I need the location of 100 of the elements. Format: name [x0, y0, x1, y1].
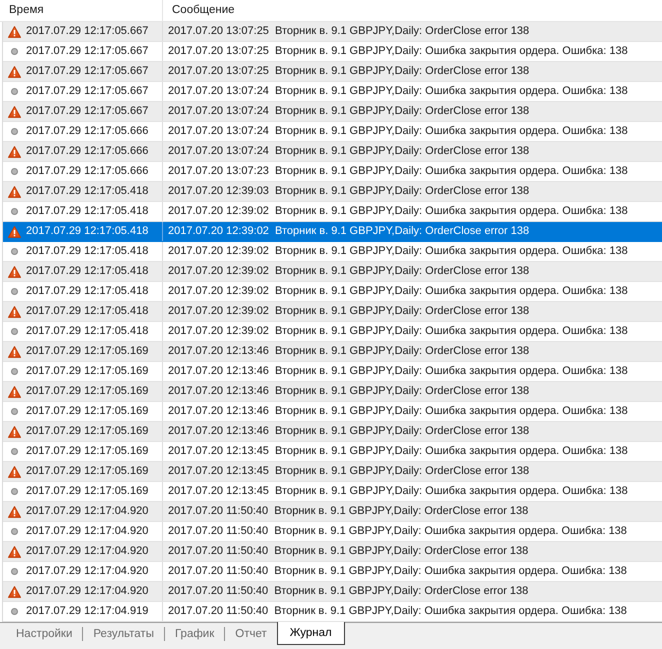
log-row[interactable]: 2017.07.29 12:17:04.920 2017.07.20 11:50:40 Вторник в. 9.1 GBPJPY,Daily: Ошибка закрытия ордера. Ошибка: 138: [3, 522, 662, 542]
tab[interactable]: Результаты: [83, 623, 164, 645]
timestamp-text: 2017.07.29 12:17:04.919: [26, 604, 148, 620]
message-text: 2017.07.20 11:50:40 Вторник в. 9.1 GBPJPY,Daily: OrderClose error 138: [168, 504, 528, 520]
timestamp-text: 2017.07.29 12:17:05.418: [26, 224, 148, 240]
log-row[interactable]: 2017.07.29 12:17:04.920 2017.07.20 11:50:40 Вторник в. 9.1 GBPJPY,Daily: OrderClose error 138: [3, 502, 662, 522]
dot-icon: [11, 488, 18, 495]
message-text: 2017.07.20 12:39:02 Вторник в. 9.1 GBPJPY,Daily: Ошибка закрытия ордера. Ошибка: 138: [168, 324, 628, 340]
message-text: 2017.07.20 12:39:02 Вторник в. 9.1 GBPJPY,Daily: Ошибка закрытия ордера. Ошибка: 138: [168, 204, 628, 220]
message-text: 2017.07.20 12:39:02 Вторник в. 9.1 GBPJPY,Daily: Ошибка закрытия ордера. Ошибка: 138: [168, 284, 628, 300]
log-row[interactable]: 2017.07.29 12:17:05.169 2017.07.20 12:13:45 Вторник в. 9.1 GBPJPY,Daily: Ошибка закрытия ордера. Ошибка: 138: [3, 442, 662, 462]
log-row[interactable]: 2017.07.29 12:17:05.667 2017.07.20 13:07:24 Вторник в. 9.1 GBPJPY,Daily: OrderClose error 138: [3, 102, 662, 122]
log-row[interactable]: 2017.07.29 12:17:05.667 2017.07.20 13:07:25 Вторник в. 9.1 GBPJPY,Daily: OrderClose error 138: [3, 22, 662, 42]
message-text: 2017.07.20 13:07:25 Вторник в. 9.1 GBPJPY,Daily: OrderClose error 138: [168, 24, 530, 40]
timestamp-text: 2017.07.29 12:17:05.666: [26, 144, 148, 160]
log-row[interactable]: 2017.07.29 12:17:05.666 2017.07.20 13:07:24 Вторник в. 9.1 GBPJPY,Daily: OrderClose error 138: [3, 142, 662, 162]
log-row[interactable]: 2017.07.29 12:17:05.667 2017.07.20 13:07:25 Вторник в. 9.1 GBPJPY,Daily: Ошибка закрытия ордера. Ошибка: 138: [3, 42, 662, 62]
dot-icon: [11, 328, 18, 335]
log-row[interactable]: 2017.07.29 12:17:05.169 2017.07.20 12:13:46 Вторник в. 9.1 GBPJPY,Daily: OrderClose error 138: [3, 422, 662, 442]
message-text: 2017.07.20 13:07:25 Вторник в. 9.1 GBPJPY,Daily: Ошибка закрытия ордера. Ошибка: 138: [168, 44, 628, 60]
log-row[interactable]: 2017.07.29 12:17:05.169 2017.07.20 12:13:45 Вторник в. 9.1 GBPJPY,Daily: Ошибка закрытия ордера. Ошибка: 138: [3, 482, 662, 502]
log-row[interactable]: 2017.07.29 12:17:05.418 2017.07.20 12:39:03 Вторник в. 9.1 GBPJPY,Daily: OrderClose error 138: [3, 182, 662, 202]
log-row[interactable]: 2017.07.29 12:17:05.418 2017.07.20 12:39:02 Вторник в. 9.1 GBPJPY,Daily: OrderClose error 138: [3, 222, 662, 242]
message-text: 2017.07.20 13:07:24 Вторник в. 9.1 GBPJPY,Daily: Ошибка закрытия ордера. Ошибка: 138: [168, 124, 628, 140]
dot-icon: [11, 88, 18, 95]
message-text: 2017.07.20 13:07:23 Вторник в. 9.1 GBPJPY,Daily: Ошибка закрытия ордера. Ошибка: 138: [168, 164, 628, 180]
log-row[interactable]: 2017.07.29 12:17:05.169 2017.07.20 12:13:46 Вторник в. 9.1 GBPJPY,Daily: OrderClose error 138: [3, 382, 662, 402]
message-text: 2017.07.20 13:07:24 Вторник в. 9.1 GBPJPY,Daily: Ошибка закрытия ордера. Ошибка: 138: [168, 84, 628, 100]
log-row[interactable]: 2017.07.29 12:17:05.169 2017.07.20 12:13:46 Вторник в. 9.1 GBPJPY,Daily: OrderClose error 138: [3, 342, 662, 362]
timestamp-text: 2017.07.29 12:17:05.169: [26, 364, 148, 380]
log-row[interactable]: 2017.07.29 12:17:04.920 2017.07.20 11:50:40 Вторник в. 9.1 GBPJPY,Daily: Ошибка закрытия ордера. Ошибка: 138: [3, 562, 662, 582]
timestamp-text: 2017.07.29 12:17:05.418: [26, 304, 148, 320]
message-text: 2017.07.20 11:50:40 Вторник в. 9.1 GBPJPY,Daily: Ошибка закрытия ордера. Ошибка: 138: [168, 564, 627, 580]
timestamp-text: 2017.07.29 12:17:04.920: [26, 564, 148, 580]
log-row[interactable]: 2017.07.29 12:17:05.169 2017.07.20 12:13:46 Вторник в. 9.1 GBPJPY,Daily: Ошибка закрытия ордера. Ошибка: 138: [3, 362, 662, 382]
timestamp-text: 2017.07.29 12:17:05.169: [26, 444, 148, 460]
timestamp-text: 2017.07.29 12:17:05.666: [26, 124, 148, 140]
timestamp-text: 2017.07.29 12:17:05.418: [26, 264, 148, 280]
message-text: 2017.07.20 12:39:02 Вторник в. 9.1 GBPJPY,Daily: OrderClose error 138: [168, 224, 530, 240]
timestamp-text: 2017.07.29 12:17:04.920: [26, 524, 148, 540]
timestamp-text: 2017.07.29 12:17:05.418: [26, 184, 148, 200]
timestamp-text: 2017.07.29 12:17:04.920: [26, 504, 148, 520]
timestamp-text: 2017.07.29 12:17:05.667: [26, 84, 148, 100]
timestamp-text: 2017.07.29 12:17:05.169: [26, 384, 148, 400]
message-text: 2017.07.20 12:13:46 Вторник в. 9.1 GBPJPY,Daily: OrderClose error 138: [168, 344, 530, 360]
message-text: 2017.07.20 11:50:40 Вторник в. 9.1 GBPJPY,Daily: OrderClose error 138: [168, 584, 528, 600]
message-text: 2017.07.20 12:39:02 Вторник в. 9.1 GBPJPY,Daily: OrderClose error 138: [168, 264, 530, 280]
timestamp-text: 2017.07.29 12:17:05.418: [26, 324, 148, 340]
timestamp-text: 2017.07.29 12:17:05.418: [26, 284, 148, 300]
timestamp-text: 2017.07.29 12:17:05.169: [26, 404, 148, 420]
message-text: 2017.07.20 11:50:40 Вторник в. 9.1 GBPJPY,Daily: Ошибка закрытия ордера. Ошибка: 138: [168, 604, 627, 620]
log-row[interactable]: 2017.07.29 12:17:05.418 2017.07.20 12:39:02 Вторник в. 9.1 GBPJPY,Daily: Ошибка закрытия ордера. Ошибка: 138: [3, 202, 662, 222]
dot-icon: [11, 568, 18, 575]
message-text: 2017.07.20 13:07:25 Вторник в. 9.1 GBPJPY,Daily: OrderClose error 138: [168, 64, 530, 80]
message-text: 2017.07.20 12:13:46 Вторник в. 9.1 GBPJPY,Daily: OrderClose error 138: [168, 384, 530, 400]
log-row[interactable]: 2017.07.29 12:17:05.169 2017.07.20 12:13:45 Вторник в. 9.1 GBPJPY,Daily: OrderClose error 138: [3, 462, 662, 482]
dot-icon: [11, 368, 18, 375]
column-header[interactable]: Время: [0, 0, 163, 21]
log-row[interactable]: 2017.07.29 12:17:05.418 2017.07.20 12:39:02 Вторник в. 9.1 GBPJPY,Daily: Ошибка закрытия ордера. Ошибка: 138: [3, 242, 662, 262]
warning-icon: [8, 426, 21, 438]
log-row[interactable]: 2017.07.29 12:17:05.666 2017.07.20 13:07:24 Вторник в. 9.1 GBPJPY,Daily: Ошибка закрытия ордера. Ошибка: 138: [3, 122, 662, 142]
log-row[interactable]: 2017.07.29 12:17:05.667 2017.07.20 13:07:25 Вторник в. 9.1 GBPJPY,Daily: OrderClose error 138: [3, 62, 662, 82]
timestamp-text: 2017.07.29 12:17:05.667: [26, 44, 148, 60]
log-row[interactable]: 2017.07.29 12:17:05.418 2017.07.20 12:39:02 Вторник в. 9.1 GBPJPY,Daily: OrderClose error 138: [3, 302, 662, 322]
message-text: 2017.07.20 12:13:45 Вторник в. 9.1 GBPJPY,Daily: Ошибка закрытия ордера. Ошибка: 138: [168, 444, 628, 460]
warning-icon: [8, 506, 21, 518]
tab[interactable]: Отчет: [225, 623, 277, 645]
tab[interactable]: График: [164, 623, 224, 645]
message-text: 2017.07.20 12:39:02 Вторник в. 9.1 GBPJPY,Daily: OrderClose error 138: [168, 304, 530, 320]
dot-icon: [11, 248, 18, 255]
log-row[interactable]: 2017.07.29 12:17:04.920 2017.07.20 11:50:40 Вторник в. 9.1 GBPJPY,Daily: OrderClose error 138: [3, 542, 662, 562]
tab[interactable]: Журнал: [276, 622, 345, 645]
log-row[interactable]: 2017.07.29 12:17:04.919 2017.07.20 11:50:40 Вторник в. 9.1 GBPJPY,Daily: Ошибка закрытия ордера. Ошибка: 138: [3, 602, 662, 622]
log-row[interactable]: 2017.07.29 12:17:05.667 2017.07.20 13:07:24 Вторник в. 9.1 GBPJPY,Daily: Ошибка закрытия ордера. Ошибка: 138: [3, 82, 662, 102]
warning-icon: [8, 26, 21, 38]
tab[interactable]: Настройки: [6, 623, 82, 645]
timestamp-text: 2017.07.29 12:17:05.667: [26, 64, 148, 80]
timestamp-text: 2017.07.29 12:17:05.667: [26, 24, 148, 40]
log-row[interactable]: 2017.07.29 12:17:05.666 2017.07.20 13:07:23 Вторник в. 9.1 GBPJPY,Daily: Ошибка закрытия ордера. Ошибка: 138: [3, 162, 662, 182]
message-text: 2017.07.20 12:13:46 Вторник в. 9.1 GBPJPY,Daily: Ошибка закрытия ордера. Ошибка: 138: [168, 364, 628, 380]
timestamp-text: 2017.07.29 12:17:05.666: [26, 164, 148, 180]
message-text: 2017.07.20 12:13:45 Вторник в. 9.1 GBPJPY,Daily: Ошибка закрытия ордера. Ошибка: 138: [168, 484, 628, 500]
log-row[interactable]: 2017.07.29 12:17:05.169 2017.07.20 12:13:46 Вторник в. 9.1 GBPJPY,Daily: Ошибка закрытия ордера. Ошибка: 138: [3, 402, 662, 422]
warning-icon: [8, 466, 21, 478]
log-row[interactable]: 2017.07.29 12:17:05.418 2017.07.20 12:39:02 Вторник в. 9.1 GBPJPY,Daily: Ошибка закрытия ордера. Ошибка: 138: [3, 322, 662, 342]
timestamp-text: 2017.07.29 12:17:05.169: [26, 464, 148, 480]
warning-icon: [8, 306, 21, 318]
dot-icon: [11, 288, 18, 295]
column-header[interactable]: Сообщение: [163, 0, 662, 21]
log-row[interactable]: 2017.07.29 12:17:04.920 2017.07.20 11:50:40 Вторник в. 9.1 GBPJPY,Daily: OrderClose error 138: [3, 582, 662, 602]
timestamp-text: 2017.07.29 12:17:04.920: [26, 544, 148, 560]
dot-icon: [11, 128, 18, 135]
message-text: 2017.07.20 11:50:40 Вторник в. 9.1 GBPJPY,Daily: OrderClose error 138: [168, 544, 528, 560]
log-row[interactable]: 2017.07.29 12:17:05.418 2017.07.20 12:39:02 Вторник в. 9.1 GBPJPY,Daily: Ошибка закрытия ордера. Ошибка: 138: [3, 282, 662, 302]
message-text: 2017.07.20 12:13:46 Вторник в. 9.1 GBPJPY,Daily: Ошибка закрытия ордера. Ошибка: 138: [168, 404, 628, 420]
timestamp-text: 2017.07.29 12:17:05.169: [26, 484, 148, 500]
warning-icon: [8, 586, 21, 598]
timestamp-text: 2017.07.29 12:17:04.920: [26, 584, 148, 600]
log-row[interactable]: 2017.07.29 12:17:05.418 2017.07.20 12:39:02 Вторник в. 9.1 GBPJPY,Daily: OrderClose error 138: [3, 262, 662, 282]
message-text: 2017.07.20 12:13:46 Вторник в. 9.1 GBPJPY,Daily: OrderClose error 138: [168, 424, 530, 440]
